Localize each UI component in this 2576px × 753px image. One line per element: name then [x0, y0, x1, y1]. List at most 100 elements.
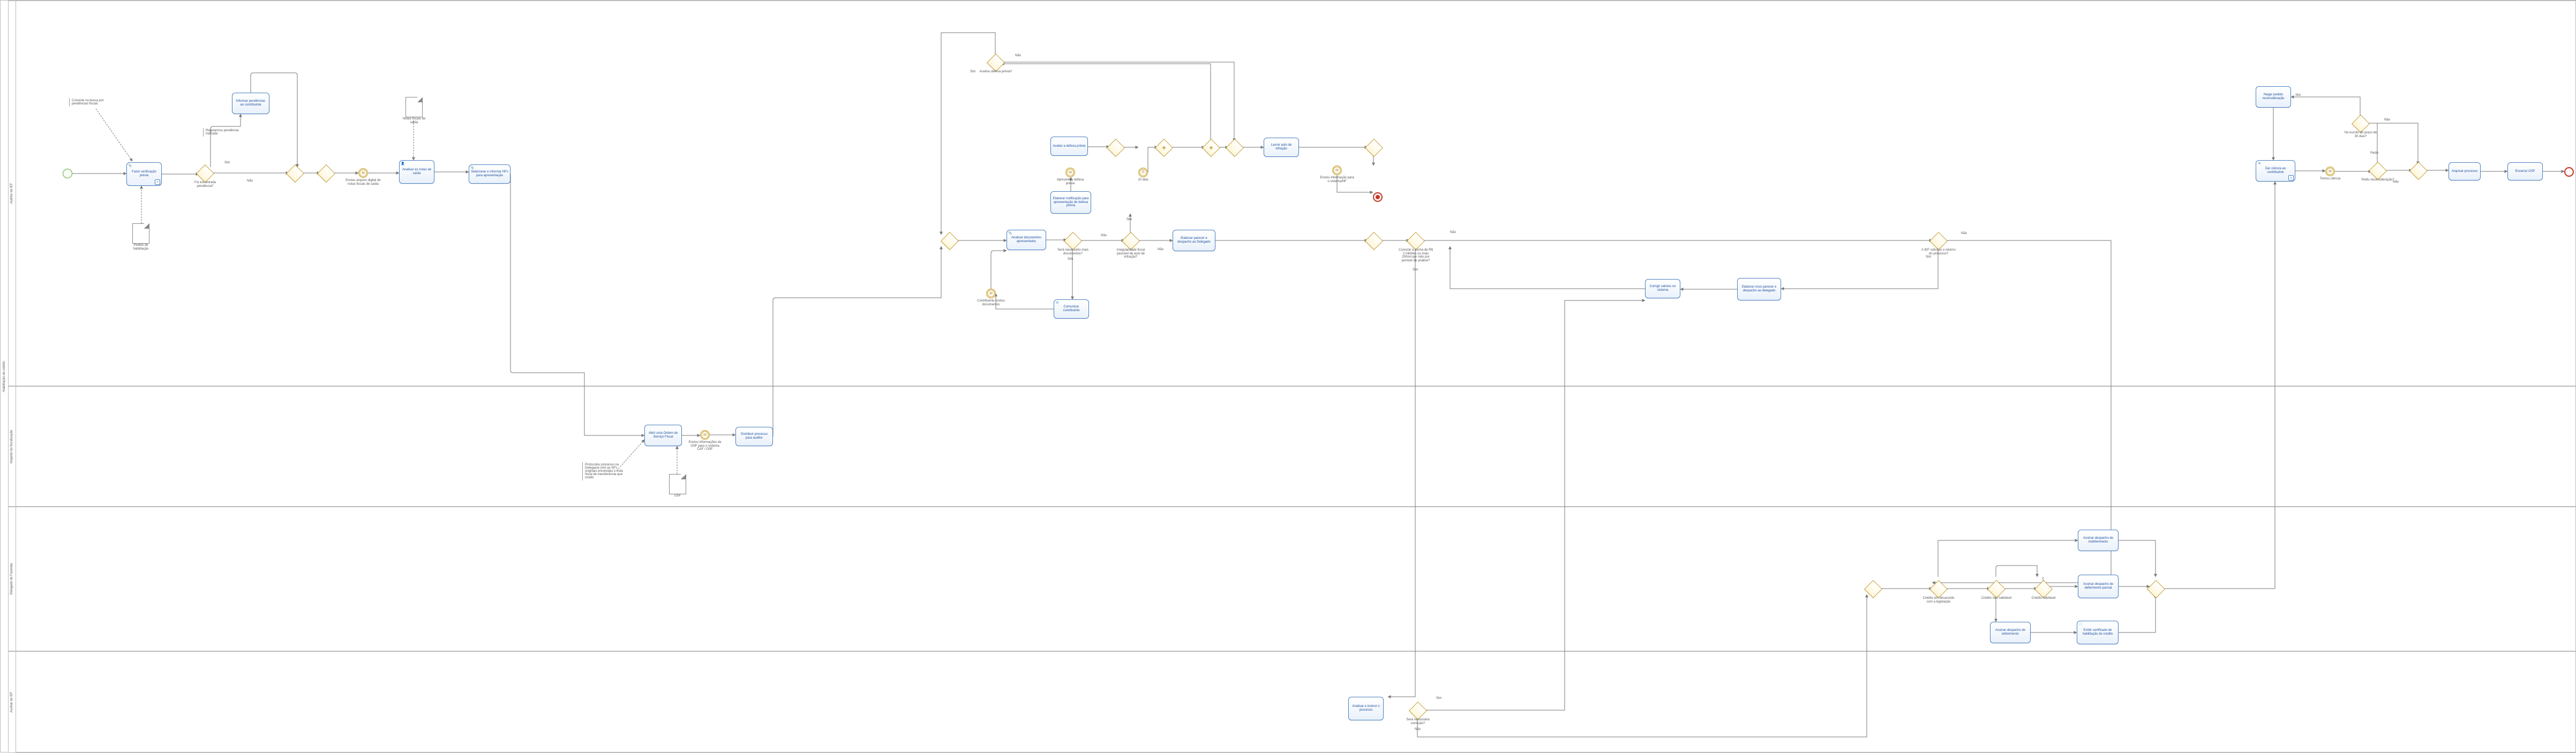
- pool-label: Habilitação de crédito: [1, 1, 9, 752]
- t-comunicar[interactable]: ✉Comunicar contribuinte: [1054, 299, 1089, 319]
- a-reg: Regularizou pendência indicada: [203, 128, 251, 137]
- gateway-label: Será necessário mais documentos?: [1056, 249, 1090, 255]
- lane-label: Auditor da IEF: [8, 1, 16, 386]
- task-label: Emitir certificado de habilitação de cre…: [2079, 629, 2116, 636]
- event-label: Tomou ciência: [2312, 177, 2348, 181]
- t-negar[interactable]: Negar pedido reconsideração: [2256, 86, 2291, 108]
- t-abrir-osf[interactable]: Abrir uma Ordem de Serviço Fiscal: [644, 425, 682, 446]
- event-label: 10 dias: [1125, 178, 1161, 182]
- task-label: Negar pedido reconsideração: [2258, 93, 2289, 101]
- task-label: Elaborar parecer e despacho ao Delegado: [1175, 237, 1213, 244]
- t-indef[interactable]: Assinar despacho de indeferimento: [2078, 530, 2119, 551]
- t-selecionar[interactable]: 📎Selecionar e informar NFs para apresent…: [469, 164, 510, 184]
- task-label: Avaliar a defesa prévia: [1053, 145, 1086, 148]
- t-emitir[interactable]: 📄 Emitir certificado de habilitação de cr…: [2077, 621, 2119, 644]
- gateway-label: Consiste à acima de R$ 2 milhões ou mais…: [1399, 249, 1433, 262]
- dataobject-label: OSF: [663, 494, 693, 498]
- t-defesa[interactable]: Avaliar a defesa prévia: [1050, 137, 1088, 156]
- subprocess-expand-icon[interactable]: +: [2288, 175, 2294, 180]
- bpmn-canvas: Habilitação de crédito Auditor da IEF Ins…: [0, 0, 2576, 752]
- e-throw-sys[interactable]: ✉: [1332, 165, 1342, 175]
- task-label: Comunicar contribuinte: [1056, 305, 1087, 313]
- event-glyph-icon: ⏱: [1141, 170, 1144, 175]
- t-elab-parecer[interactable]: Elaborar parecer e despacho ao Delegado: [1173, 230, 1215, 251]
- e-throw-osf[interactable]: ✉: [700, 430, 710, 440]
- flow-condition-label: Sim: [1436, 697, 1441, 701]
- pool-label-text: Habilitação de crédito: [3, 361, 6, 392]
- d-pedido[interactable]: [132, 223, 149, 244]
- task-label: Dar ciência ao contribuinte: [2258, 167, 2293, 175]
- e-start[interactable]: [63, 169, 72, 178]
- gateway-label: Crédito em desacordo com a legislação: [1921, 597, 1956, 604]
- event-glyph-icon: ✉: [362, 171, 365, 175]
- t-encerrar[interactable]: Encerrar OSF: [2507, 162, 2543, 180]
- task-label: Distribuir processo para auditor: [738, 433, 771, 440]
- t-distribuir[interactable]: Distribuir processo para auditor: [735, 427, 773, 446]
- gateway-label: No escrito do prazo de 30 dias?: [2344, 131, 2378, 138]
- task-type-icon: 📎: [1008, 231, 1012, 236]
- dataobject-label: Pedido de habilitação: [126, 244, 156, 251]
- task-label: Assinar despacho de deferimento parcial: [2080, 583, 2116, 590]
- t-analisar-doc[interactable]: 📎Analisar documentos apresentados: [1007, 230, 1046, 250]
- event-label: Apresentou defesa prévia: [1053, 178, 1088, 185]
- lane-label: Delegado de Fazenda: [8, 507, 16, 651]
- e-term[interactable]: [1373, 192, 1383, 202]
- task-type-icon: 📄: [2078, 622, 2083, 627]
- gateway-label: A IEF solicitou o retorno do processo?: [1921, 249, 1956, 255]
- lane-label: Auxiliar da IEF: [8, 652, 16, 752]
- lane-lane4: Auxiliar da IEF: [8, 651, 2575, 753]
- e-timer[interactable]: ⏱: [1138, 168, 1148, 177]
- t-def-parc[interactable]: Assinar despacho de deferimento parcial: [2078, 575, 2119, 598]
- d-notas[interactable]: [405, 97, 423, 117]
- task-label: Selecionar e informar NFs para apresenta…: [471, 170, 508, 178]
- flow-condition-label: Sim: [2295, 94, 2301, 97]
- event-label: Contribuinte enviou documentos: [973, 299, 1009, 306]
- dataobject-label: Notas fiscais de saída: [399, 117, 429, 124]
- flow-condition-label: Não: [1101, 234, 1107, 238]
- t-informar[interactable]: Informar pendências ao contribuinte: [232, 93, 269, 114]
- e-catch-doc[interactable]: ✉: [986, 289, 996, 298]
- t-ciencia[interactable]: ✉Dar ciência ao contribuinte+: [2256, 160, 2295, 182]
- e-end[interactable]: [2564, 167, 2574, 177]
- event-glyph-icon: ✉: [989, 291, 993, 296]
- flow-condition-label: Sim: [1126, 218, 1132, 222]
- e-tomou[interactable]: ✉: [2325, 167, 2335, 176]
- gateway-label: Pediu reconsideração?: [2361, 178, 2395, 182]
- t-analisar-nf[interactable]: 👤Analisar as notas de saída: [399, 160, 434, 184]
- subprocess-expand-icon[interactable]: +: [155, 179, 160, 185]
- gateway-label: Crédito não habitável: [1979, 597, 2014, 600]
- lane-label: Inspetor da fiscalização: [8, 387, 16, 506]
- task-type-icon: ✉: [2257, 162, 2262, 166]
- flow-condition-label: Sim: [970, 70, 975, 74]
- t-def[interactable]: Assinar despacho de deferimento: [1990, 622, 2031, 643]
- flow-condition-label: Não: [2393, 180, 2399, 184]
- d-osf[interactable]: [669, 474, 686, 494]
- flow-condition-label: Sim: [224, 161, 230, 165]
- t-verif[interactable]: 📎Fazer verificação prévia+: [126, 162, 162, 186]
- task-label: Fazer verificação prévia: [129, 170, 160, 178]
- event-label: Enviou informação para o sistema/NF: [1319, 176, 1355, 183]
- lane-label-text: Inspetor da fiscalização: [10, 430, 13, 463]
- e-throw-nf[interactable]: ✉: [358, 168, 368, 178]
- t-elab-novo[interactable]: Elaborar novo parecer e despacho ao dele…: [1737, 278, 1781, 300]
- t-elab-notif[interactable]: Elaborar notificação para apresentação d…: [1050, 191, 1091, 214]
- flow-condition-label: Não: [1961, 232, 1967, 236]
- task-label: Encerrar OSF: [2515, 170, 2535, 174]
- t-arquivar[interactable]: Arquivar processo: [2449, 162, 2481, 180]
- e-throw-defesa[interactable]: ✉: [1065, 168, 1075, 177]
- task-label: Corrigir valores no sistema: [1647, 285, 1678, 292]
- gateway-label: Será necessária correção?: [1401, 718, 1435, 725]
- t-lavrar[interactable]: Lavrar auto de infração: [1264, 138, 1299, 157]
- event-glyph-icon: ✉: [1069, 170, 1072, 175]
- gateway-label: Aceitou defesa prévia?: [979, 70, 1013, 74]
- task-label: Analisar documentos apresentados: [1009, 236, 1044, 244]
- task-label: Elaborar novo parecer e despacho ao dele…: [1739, 285, 1779, 293]
- t-corrigir[interactable]: Corrigir valores no sistema: [1645, 279, 1680, 298]
- task-label: Analisar as notas de saída: [401, 168, 432, 176]
- flow-condition-label: Não: [1415, 728, 1421, 732]
- event-glyph-icon: ✉: [2329, 169, 2332, 174]
- flow-condition-label: Pediu: [2370, 152, 2378, 155]
- task-label: Elaborar notificação para apresentação d…: [1053, 197, 1089, 208]
- task-type-icon: 📎: [470, 166, 475, 170]
- t-analisar-proc[interactable]: Analisar e instruir o processo: [1348, 697, 1384, 720]
